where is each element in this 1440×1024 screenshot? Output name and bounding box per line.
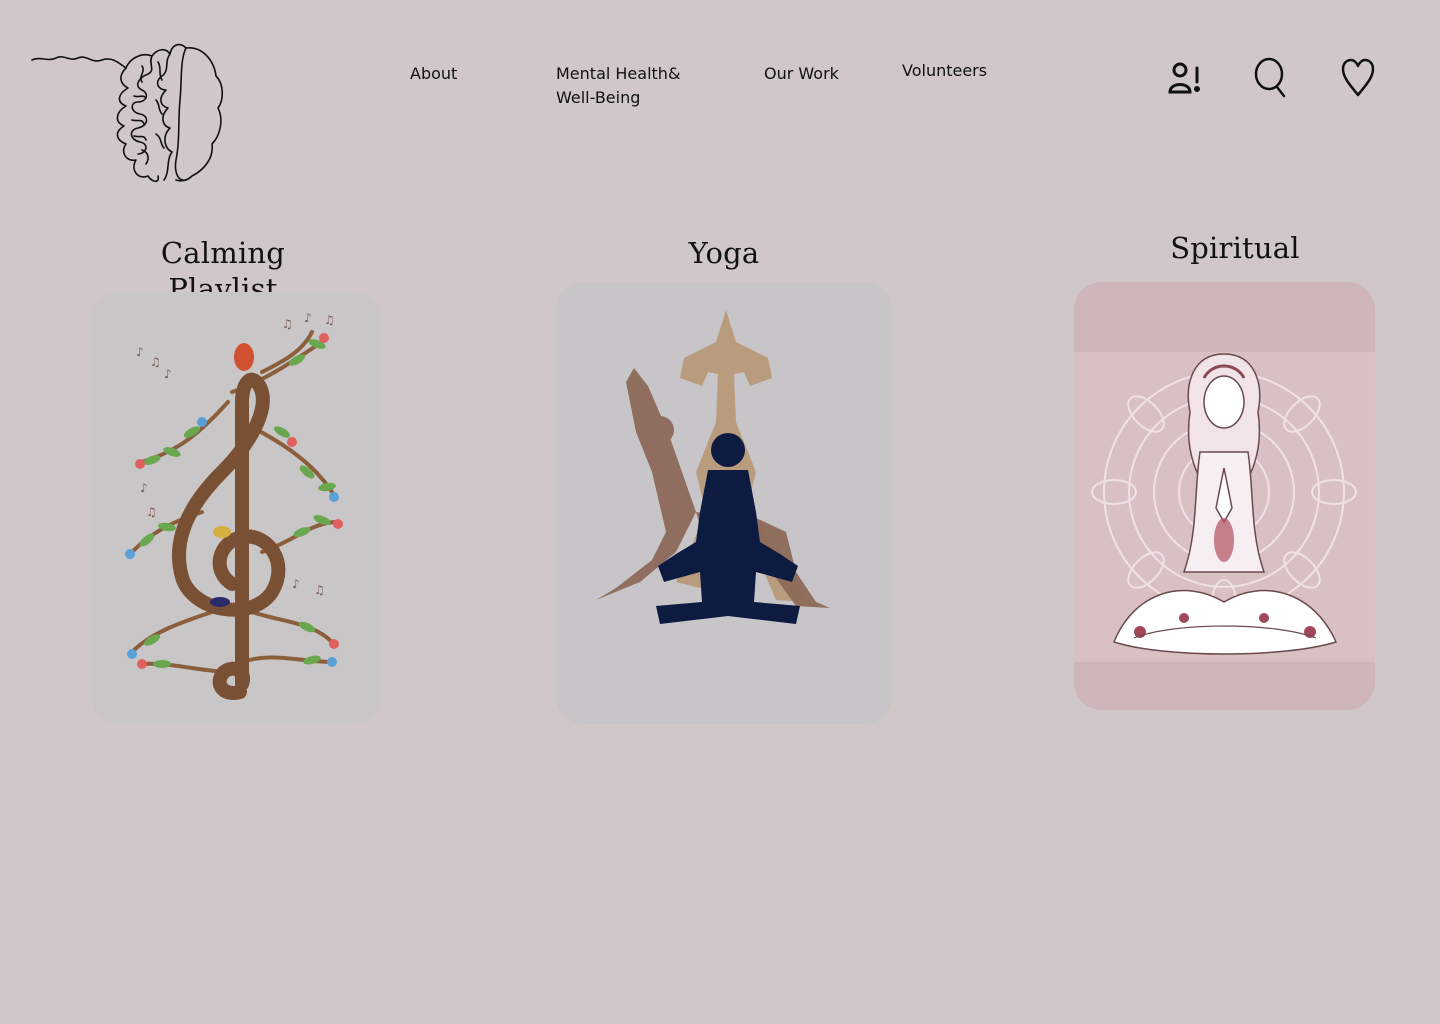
nav-mental-health-well-being[interactable]: Mental Health& Well-Being: [556, 62, 706, 110]
svg-text:♫: ♫: [314, 583, 325, 597]
card-spiritual[interactable]: [1074, 282, 1375, 710]
meditating-woman-mandala-image: [1074, 282, 1375, 710]
yoga-silhouettes-image: [596, 310, 830, 624]
svg-text:♫: ♫: [282, 317, 293, 331]
svg-text:♫: ♫: [146, 505, 157, 519]
card-title-spiritual: Spiritual: [1170, 231, 1300, 265]
svg-text:♪: ♪: [140, 481, 148, 495]
svg-text:♪: ♪: [292, 577, 300, 591]
card-yoga[interactable]: [556, 282, 892, 724]
brain-line-art-icon: [31, 43, 224, 183]
svg-text:♪: ♪: [304, 311, 312, 325]
nav-volunteers[interactable]: Volunteers: [902, 59, 987, 83]
heart-icon: [1341, 58, 1375, 97]
user-alert-icon: [1168, 62, 1200, 94]
user-alert-button[interactable]: [1160, 52, 1210, 102]
brain-logo[interactable]: [30, 40, 230, 190]
search-icon: [1254, 57, 1286, 98]
svg-text:♫: ♫: [150, 355, 161, 369]
card-title-yoga: Yoga: [688, 236, 760, 270]
svg-text:♫: ♫: [324, 313, 335, 327]
search-button[interactable]: [1246, 52, 1296, 102]
favorites-button[interactable]: [1333, 52, 1383, 102]
card-calming-playlist[interactable]: ♪ ♫ ♪ ♫ ♪ ♫ ♪ ♫ ♪ ♫: [92, 292, 380, 724]
treble-clef-tree-image: ♪♫♪ ♫ ♪ ♫ ♪♫ ♪ ♫: [125, 311, 343, 700]
nav-our-work[interactable]: Our Work: [764, 62, 839, 86]
svg-text:♪: ♪: [164, 367, 172, 381]
svg-text:♪: ♪: [136, 345, 144, 359]
nav-about[interactable]: About: [410, 62, 457, 86]
